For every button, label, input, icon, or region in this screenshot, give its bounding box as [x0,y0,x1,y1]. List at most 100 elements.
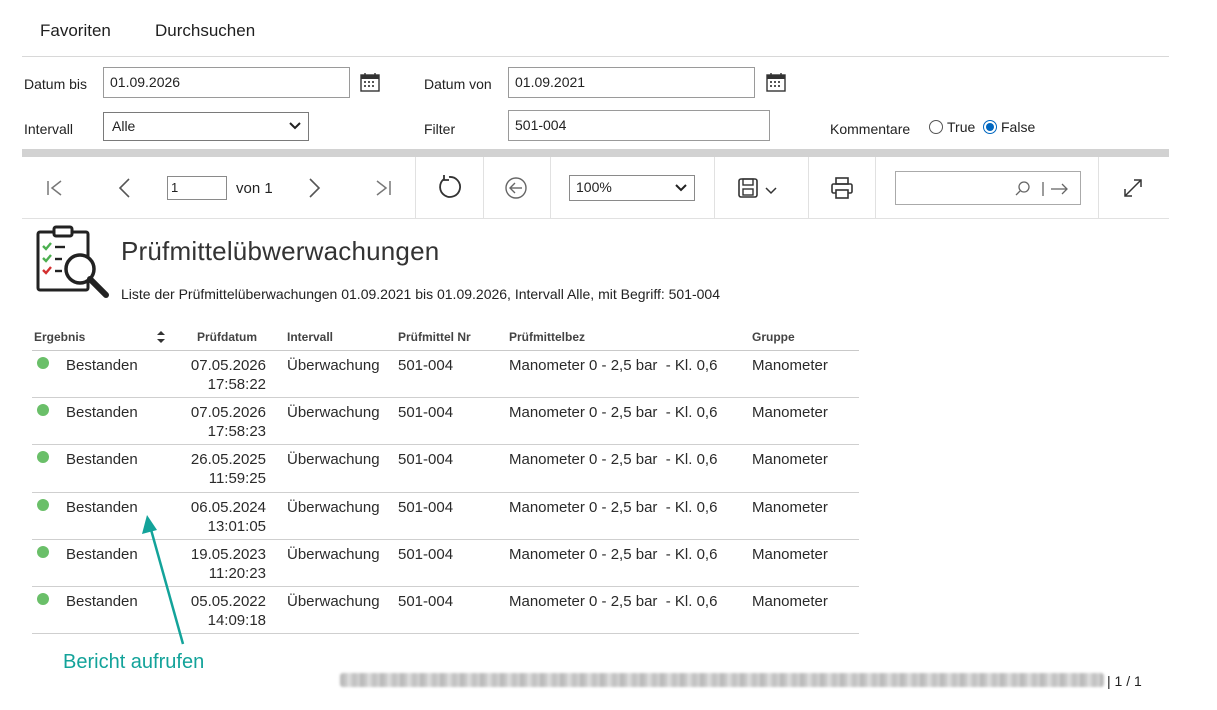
sort-icon[interactable] [156,330,166,344]
fullscreen-icon[interactable] [1120,175,1146,201]
report-title: Prüfmittelübwerwachungen [121,236,440,266]
previous-page-icon[interactable] [112,175,138,201]
date-cell: 19.05.2023 11:20:23 [188,545,266,583]
report-subtitle: Liste der Prüfmittelüberwachungen 01.09.… [121,286,721,302]
status-dot [37,404,49,417]
status-dot [37,545,49,558]
search-icon[interactable] [1014,180,1032,198]
group-cell: Manometer [752,357,828,374]
interval-select[interactable]: Alle [103,112,309,141]
date-cell: 26.05.2025 11:59:25 [188,450,266,488]
nav-browse[interactable]: Durchsuchen [155,21,255,41]
result-link[interactable]: Bestanden [66,356,138,375]
group-cell: Manometer [752,451,828,469]
radio-false-label: False [1001,119,1036,135]
annotation-label: Bericht aufrufen [63,651,205,673]
result-link[interactable]: Bestanden [66,403,138,422]
result-link[interactable]: Bestanden [66,498,138,517]
date-cell: 05.05.2022 14:09:18 [188,592,266,630]
description-cell: Manometer 0 - 2,5 bar - Kl. 0,6 [509,498,718,516]
last-page-icon[interactable] [370,175,396,201]
interval-cell: Überwachung [287,451,380,469]
parameter-divider [22,149,1169,157]
date-value: 19.05.2023 [190,545,266,563]
report-toolbar: 1 von 1 100% [22,157,1169,219]
calendar-icon[interactable] [359,71,381,93]
time-value: 13:01:05 [207,517,266,535]
toolbar-separator [808,157,809,219]
column-header-interval: Intervall [287,330,334,344]
back-icon[interactable] [503,175,529,201]
interval-cell: Überwachung [287,545,380,563]
time-value: 17:58:23 [207,423,266,441]
toolbar-separator [415,157,416,219]
status-dot [37,498,49,511]
chevron-down-icon [675,184,687,192]
table-header: Ergebnis Prüfdatum Intervall Prüfmittel … [32,327,859,351]
first-page-icon[interactable] [42,175,68,201]
radio-true[interactable] [929,120,943,134]
radio-true-label: True [947,119,976,135]
date-from-input[interactable]: 01.09.2021 [508,67,755,98]
column-header-result[interactable]: Ergebnis [34,330,85,344]
date-value: 26.05.2025 [190,451,266,469]
number-cell: 501-004 [398,404,454,422]
interval-cell: Überwachung [287,404,380,422]
page-indicator: | 1 / 1 [1107,673,1142,689]
refresh-icon[interactable] [436,174,462,200]
page-of-label: von 1 [236,180,273,197]
result-link[interactable]: Bestanden [66,450,138,469]
status-dot [37,592,49,605]
zoom-value: 100% [576,179,612,195]
find-next-icon[interactable] [1040,180,1072,198]
toolbar-separator [875,157,876,219]
description-cell: Manometer 0 - 2,5 bar - Kl. 0,6 [509,404,718,422]
description-cell: Manometer 0 - 2,5 bar - Kl. 0,6 [509,592,718,610]
date-to-input[interactable]: 01.09.2026 [103,67,350,98]
filter-label: Filter [424,121,456,137]
date-to-label: Datum bis [24,76,88,92]
top-navigation: Favoriten Durchsuchen [22,0,1169,57]
nav-favorites[interactable]: Favoriten [40,21,111,41]
table-row: Bestanden 07.05.2026 17:58:22 Überwachung… [32,351,859,399]
toolbar-separator [1098,157,1099,219]
chevron-down-icon [289,122,301,130]
result-link[interactable]: Bestanden [66,545,138,564]
table-row: Bestanden 07.05.2026 17:58:23 Überwachung… [32,398,859,446]
table-row: Bestanden 26.05.2025 11:59:25 Überwachung… [32,445,859,493]
group-cell: Manometer [752,545,828,563]
time-value: 14:09:18 [207,611,266,629]
filter-input[interactable]: 501-004 [508,110,770,141]
blurred-footer-text [340,673,1104,687]
date-value: 07.05.2026 [190,357,266,374]
time-value: 17:58:22 [207,376,266,393]
number-cell: 501-004 [398,592,454,610]
number-cell: 501-004 [398,451,454,469]
next-page-icon[interactable] [301,175,327,201]
toolbar-separator [483,157,484,219]
report-search-input[interactable] [895,171,1081,205]
time-value: 11:59:25 [208,470,266,488]
comments-true-option[interactable]: True [929,119,975,135]
description-cell: Manometer 0 - 2,5 bar - Kl. 0,6 [509,545,718,563]
save-icon[interactable] [736,175,784,201]
calendar-icon[interactable] [765,71,787,93]
status-dot [37,451,49,464]
group-cell: Manometer [752,404,828,422]
number-cell: 501-004 [398,357,454,374]
page-number-input[interactable]: 1 [167,176,227,200]
time-value: 11:20:23 [208,564,266,582]
group-cell: Manometer [752,498,828,516]
result-link[interactable]: Bestanden [66,592,138,611]
radio-false[interactable] [983,120,997,134]
column-header-date: Prüfdatum [197,330,257,344]
comments-false-option[interactable]: False [983,119,1035,135]
date-value: 06.05.2024 [190,498,266,516]
interval-select-value: Alle [112,118,136,134]
print-icon[interactable] [829,175,855,201]
column-header-group: Gruppe [752,330,795,344]
toolbar-separator [550,157,551,219]
column-header-description: Prüfmittelbez [509,330,586,344]
zoom-select[interactable]: 100% [569,175,695,201]
date-value: 07.05.2026 [190,404,266,422]
